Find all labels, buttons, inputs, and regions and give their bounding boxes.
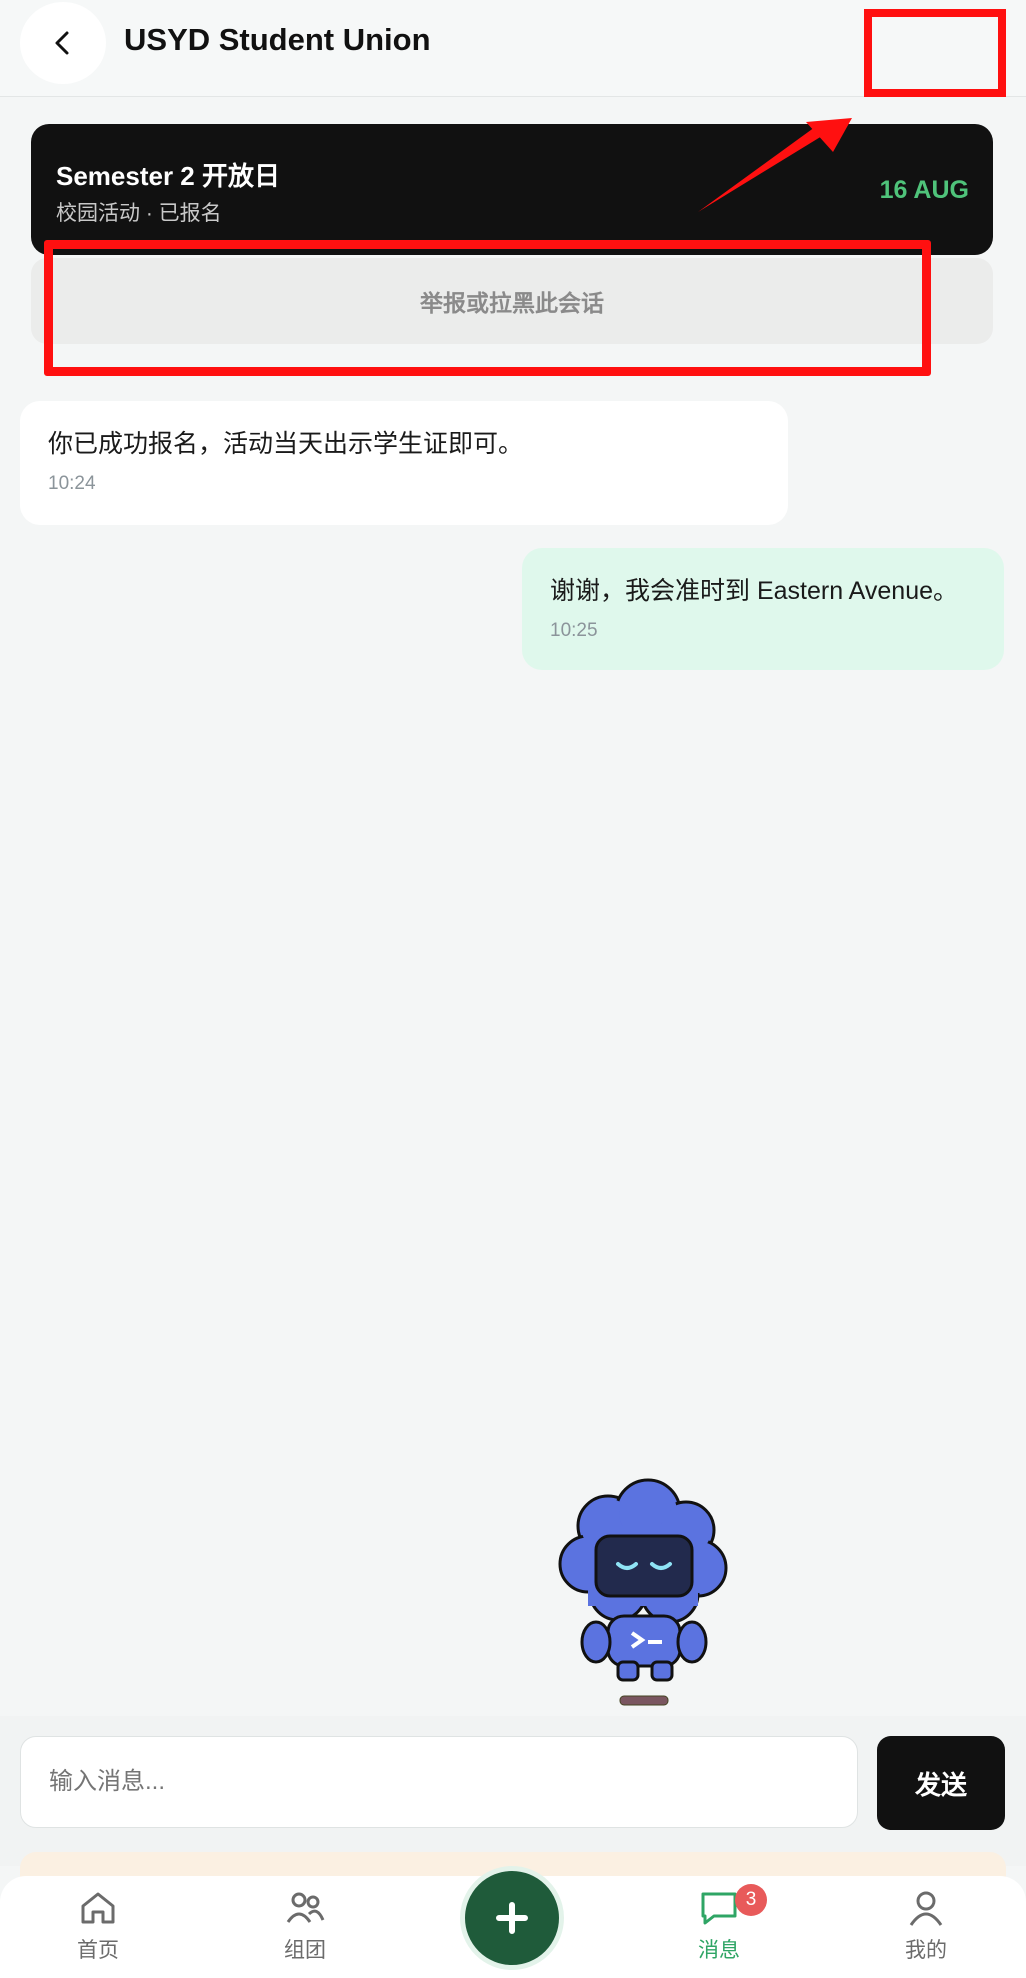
nav-item-home[interactable]: 首页 xyxy=(38,1888,158,1976)
annotation-box-top-right xyxy=(864,9,1006,97)
nav-label-home: 首页 xyxy=(77,1939,119,1962)
nav-label-profile: 我的 xyxy=(905,1939,947,1962)
nav-label-messages: 消息 xyxy=(698,1939,740,1962)
event-title: Semester 2 开放日 xyxy=(56,161,280,191)
plus-icon xyxy=(496,1902,528,1934)
unread-badge: 3 xyxy=(735,1884,767,1916)
nav-item-group[interactable]: 组团 xyxy=(245,1888,365,1976)
home-icon xyxy=(81,1892,115,1924)
message-time: 10:25 xyxy=(550,620,598,641)
create-button[interactable] xyxy=(460,1866,564,1970)
group-icon xyxy=(286,1892,325,1923)
send-button[interactable]: 发送 xyxy=(877,1736,1005,1830)
annotation-box-report xyxy=(44,240,931,376)
event-subtitle: 校园活动 · 已报名 xyxy=(56,202,222,225)
header-bar: USYD Student Union xyxy=(0,0,1026,97)
chat-icon xyxy=(701,1892,737,1925)
message-incoming: 你已成功报名，活动当天出示学生证即可。 10:24 xyxy=(20,401,788,525)
chevron-left-icon xyxy=(55,31,69,55)
event-card[interactable]: Semester 2 开放日 校园活动 · 已报名 16 AUG xyxy=(31,124,993,255)
message-text: 你已成功报名，活动当天出示学生证即可。 xyxy=(48,430,524,458)
message-composer: 发送 xyxy=(0,1716,1026,1866)
message-outgoing: 谢谢，我会准时到 Eastern Avenue。 10:25 xyxy=(522,548,1004,670)
nav-item-profile[interactable]: 我的 xyxy=(866,1888,986,1976)
profile-icon xyxy=(909,1891,943,1926)
robot-mascot-icon[interactable] xyxy=(548,1476,738,1708)
nav-label-group: 组团 xyxy=(284,1939,326,1962)
message-text: 谢谢，我会准时到 Eastern Avenue。 xyxy=(550,577,959,605)
event-date: 16 AUG xyxy=(879,176,969,204)
back-button[interactable] xyxy=(20,2,106,84)
page-title: USYD Student Union xyxy=(124,22,431,57)
message-input[interactable] xyxy=(20,1736,858,1828)
message-time: 10:24 xyxy=(48,473,96,494)
